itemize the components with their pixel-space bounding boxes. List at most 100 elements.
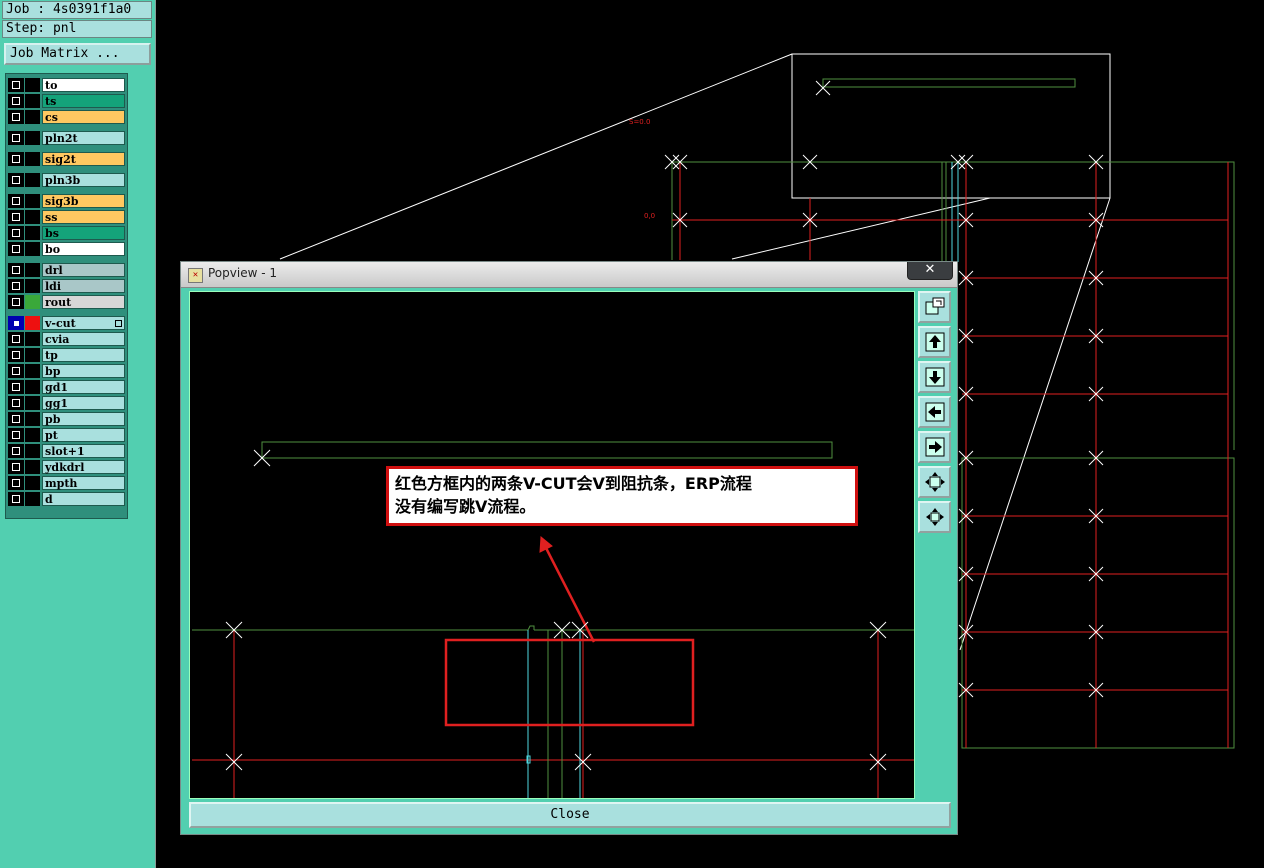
layer-checkbox[interactable] bbox=[8, 476, 24, 490]
layer-row-to[interactable]: to bbox=[8, 78, 125, 92]
layer-color-swatch[interactable] bbox=[25, 476, 40, 490]
layer-row-drl[interactable]: drl bbox=[8, 263, 125, 277]
layer-checkbox[interactable] bbox=[8, 94, 24, 108]
layer-checkbox[interactable] bbox=[8, 295, 24, 309]
layer-color-swatch[interactable] bbox=[25, 412, 40, 426]
layer-color-swatch[interactable] bbox=[25, 444, 40, 458]
layer-checkbox[interactable] bbox=[8, 173, 24, 187]
layer-color-swatch[interactable] bbox=[25, 263, 40, 277]
job-matrix-button[interactable]: Job Matrix ... bbox=[4, 43, 151, 65]
layer-row-pb[interactable]: pb bbox=[8, 412, 125, 426]
layer-color-swatch[interactable] bbox=[25, 428, 40, 442]
layer-color-swatch[interactable] bbox=[25, 396, 40, 410]
layer-name[interactable]: ss bbox=[42, 210, 125, 224]
layer-checkbox[interactable] bbox=[8, 412, 24, 426]
layer-checkbox[interactable] bbox=[8, 152, 24, 166]
layer-checkbox[interactable] bbox=[8, 210, 24, 224]
layer-color-swatch[interactable] bbox=[25, 279, 40, 293]
layer-row-cs[interactable]: cs bbox=[8, 110, 125, 124]
layer-name[interactable]: cs bbox=[42, 110, 125, 124]
layer-row-bp[interactable]: bp bbox=[8, 364, 125, 378]
layer-color-swatch[interactable] bbox=[25, 210, 40, 224]
layer-checkbox[interactable] bbox=[8, 226, 24, 240]
layer-color-swatch[interactable] bbox=[25, 295, 40, 309]
layer-name[interactable]: cvia bbox=[42, 332, 125, 346]
layer-checkbox[interactable] bbox=[8, 242, 24, 256]
layer-name[interactable]: bs bbox=[42, 226, 125, 240]
layer-color-swatch[interactable] bbox=[25, 78, 40, 92]
pan-up-button[interactable] bbox=[918, 326, 951, 358]
layer-checkbox[interactable] bbox=[8, 316, 24, 330]
layer-name[interactable]: ldi bbox=[42, 279, 125, 293]
layer-name[interactable]: tp bbox=[42, 348, 125, 362]
zoom-window-button[interactable] bbox=[918, 291, 951, 323]
layer-checkbox[interactable] bbox=[8, 460, 24, 474]
layer-name[interactable]: pt bbox=[42, 428, 125, 442]
layer-name[interactable]: ts bbox=[42, 94, 125, 108]
layer-row-tp[interactable]: tp bbox=[8, 348, 125, 362]
layer-name[interactable]: mpth bbox=[42, 476, 125, 490]
layer-color-swatch[interactable] bbox=[25, 152, 40, 166]
layer-checkbox[interactable] bbox=[8, 444, 24, 458]
layer-row-rout[interactable]: rout bbox=[8, 295, 125, 309]
layer-row-cvia[interactable]: cvia bbox=[8, 332, 125, 346]
layer-name[interactable]: sig3b bbox=[42, 194, 125, 208]
layer-color-swatch[interactable] bbox=[25, 348, 40, 362]
layer-name[interactable]: sig2t bbox=[42, 152, 125, 166]
layer-color-swatch[interactable] bbox=[25, 332, 40, 346]
layer-checkbox[interactable] bbox=[8, 428, 24, 442]
layer-row-slot+1[interactable]: slot+1 bbox=[8, 444, 125, 458]
layer-name[interactable]: rout bbox=[42, 295, 125, 309]
layer-row-pt[interactable]: pt bbox=[8, 428, 125, 442]
layer-checkbox[interactable] bbox=[8, 131, 24, 145]
layer-checkbox[interactable] bbox=[8, 492, 24, 506]
layer-row-bs[interactable]: bs bbox=[8, 226, 125, 240]
layer-row-bo[interactable]: bo bbox=[8, 242, 125, 256]
layer-name[interactable]: slot+1 bbox=[42, 444, 125, 458]
layer-name[interactable]: gd1 bbox=[42, 380, 125, 394]
layer-name[interactable]: to bbox=[42, 78, 125, 92]
layer-name[interactable]: pb bbox=[42, 412, 125, 426]
layer-checkbox[interactable] bbox=[8, 332, 24, 346]
layer-checkbox[interactable] bbox=[8, 348, 24, 362]
layer-row-ydkdrl[interactable]: ydkdrl bbox=[8, 460, 125, 474]
popview-canvas[interactable]: 红色方框内的两条V-CUT会V到阻抗条，ERP流程 没有编写跳V流程。 bbox=[189, 291, 915, 799]
layer-color-swatch[interactable] bbox=[25, 316, 40, 330]
layer-checkbox[interactable] bbox=[8, 110, 24, 124]
layer-checkbox[interactable] bbox=[8, 364, 24, 378]
layer-color-swatch[interactable] bbox=[25, 460, 40, 474]
layer-color-swatch[interactable] bbox=[25, 173, 40, 187]
layer-row-gd1[interactable]: gd1 bbox=[8, 380, 125, 394]
layer-name[interactable]: pln2t bbox=[42, 131, 125, 145]
layer-name[interactable]: pln3b bbox=[42, 173, 125, 187]
window-close-button[interactable]: ✕ bbox=[907, 262, 953, 280]
layer-name[interactable]: ydkdrl bbox=[42, 460, 125, 474]
layer-checkbox[interactable] bbox=[8, 194, 24, 208]
layer-color-swatch[interactable] bbox=[25, 492, 40, 506]
layer-checkbox[interactable] bbox=[8, 396, 24, 410]
layer-row-pln2t[interactable]: pln2t bbox=[8, 131, 125, 145]
layer-color-swatch[interactable] bbox=[25, 364, 40, 378]
layer-checkbox[interactable] bbox=[8, 263, 24, 277]
layer-row-v-cut[interactable]: v-cut bbox=[8, 316, 125, 330]
pan-right-button[interactable] bbox=[918, 431, 951, 463]
layer-row-pln3b[interactable]: pln3b bbox=[8, 173, 125, 187]
popview-titlebar[interactable]: ✕ Popview - 1 ✕ bbox=[181, 262, 957, 288]
pan-down-button[interactable] bbox=[918, 361, 951, 393]
pan-left-button[interactable] bbox=[918, 396, 951, 428]
layer-row-ss[interactable]: ss bbox=[8, 210, 125, 224]
layer-name[interactable]: d bbox=[42, 492, 125, 506]
layer-color-swatch[interactable] bbox=[25, 194, 40, 208]
close-button[interactable]: Close bbox=[189, 802, 951, 828]
layer-row-ts[interactable]: ts bbox=[8, 94, 125, 108]
layer-name[interactable]: v-cut bbox=[42, 316, 125, 330]
layer-name[interactable]: drl bbox=[42, 263, 125, 277]
layer-row-sig2t[interactable]: sig2t bbox=[8, 152, 125, 166]
layer-row-gg1[interactable]: gg1 bbox=[8, 396, 125, 410]
layer-color-swatch[interactable] bbox=[25, 226, 40, 240]
layer-row-mpth[interactable]: mpth bbox=[8, 476, 125, 490]
layer-name[interactable]: bp bbox=[42, 364, 125, 378]
layer-checkbox[interactable] bbox=[8, 279, 24, 293]
layer-color-swatch[interactable] bbox=[25, 380, 40, 394]
layer-name[interactable]: gg1 bbox=[42, 396, 125, 410]
